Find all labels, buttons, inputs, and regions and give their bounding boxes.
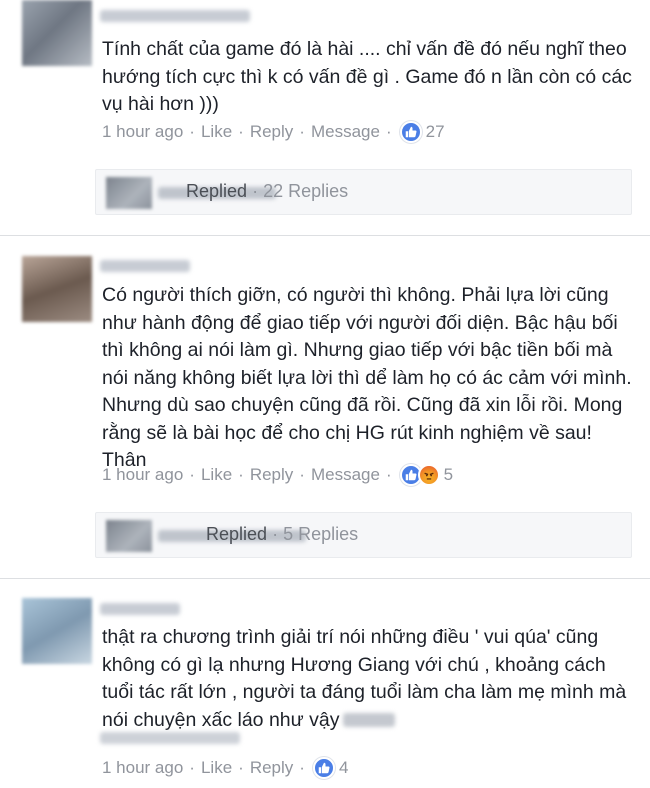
like-link[interactable]: Like bbox=[201, 465, 232, 485]
replies-count: 22 Replies bbox=[263, 181, 349, 201]
author-name-redacted[interactable] bbox=[100, 10, 250, 22]
comment-actions: 1 hour ago · Like · Reply · Message · 27 bbox=[102, 121, 445, 143]
separator: · bbox=[189, 465, 195, 484]
separator: · bbox=[189, 122, 195, 141]
reply-link[interactable]: Reply bbox=[250, 465, 293, 485]
replies-bar[interactable]: Replied · 5 Replies bbox=[95, 512, 632, 558]
comment-text: Tính chất của game đó là hài .... chỉ vấ… bbox=[102, 38, 632, 115]
avatar bbox=[106, 520, 152, 552]
message-link[interactable]: Message bbox=[311, 122, 380, 142]
thumbs-up-icon[interactable] bbox=[312, 757, 335, 779]
avatar[interactable] bbox=[22, 598, 92, 664]
replies-link[interactable]: Replied · 22 Replies bbox=[186, 181, 348, 202]
timestamp-link[interactable]: 1 hour ago bbox=[102, 758, 183, 778]
like-link[interactable]: Like bbox=[201, 122, 232, 142]
timestamp-link[interactable]: 1 hour ago bbox=[102, 465, 183, 485]
angry-face-icon[interactable] bbox=[417, 464, 440, 486]
comment-text: Có người thích giỡn, có người thì không.… bbox=[102, 284, 632, 471]
separator: · bbox=[385, 465, 392, 484]
comment-text: thật ra chương trình giải trí nói những … bbox=[102, 624, 632, 734]
timestamp-link[interactable]: 1 hour ago bbox=[102, 122, 183, 142]
avatar bbox=[106, 177, 152, 209]
avatar[interactable] bbox=[22, 0, 92, 66]
reaction-count[interactable]: 5 bbox=[444, 465, 453, 485]
message-link[interactable]: Message bbox=[311, 465, 380, 485]
author-name-redacted[interactable] bbox=[100, 260, 190, 272]
replied-label: Replied bbox=[186, 181, 248, 201]
divider bbox=[0, 578, 650, 579]
comment-actions: 1 hour ago · Like · Reply · 4 bbox=[102, 757, 348, 779]
separator: · bbox=[299, 465, 305, 484]
like-link[interactable]: Like bbox=[201, 758, 232, 778]
separator: · bbox=[238, 758, 244, 777]
thumbs-up-icon[interactable] bbox=[399, 121, 422, 143]
separator: · bbox=[238, 122, 244, 141]
avatar[interactable] bbox=[22, 256, 92, 322]
reaction-count[interactable]: 27 bbox=[426, 122, 445, 142]
text-redacted bbox=[100, 732, 240, 744]
replies-bar[interactable]: Replied · 22 Replies bbox=[95, 169, 632, 215]
separator: · bbox=[189, 758, 195, 777]
text-redacted bbox=[343, 713, 396, 728]
reply-link[interactable]: Reply bbox=[250, 122, 293, 142]
replied-label: Replied bbox=[206, 524, 268, 544]
replies-link[interactable]: Replied · 5 Replies bbox=[206, 524, 358, 545]
separator: · bbox=[299, 122, 305, 141]
reaction-count[interactable]: 4 bbox=[339, 758, 348, 778]
replies-count: 5 Replies bbox=[283, 524, 359, 544]
reply-link[interactable]: Reply bbox=[250, 758, 293, 778]
comment-actions: 1 hour ago · Like · Reply · Message · 5 bbox=[102, 464, 453, 486]
separator: · bbox=[238, 465, 244, 484]
separator: · bbox=[252, 181, 259, 201]
separator: · bbox=[299, 758, 305, 777]
author-name-redacted[interactable] bbox=[100, 603, 180, 615]
divider bbox=[0, 235, 650, 236]
separator: · bbox=[272, 524, 279, 544]
separator: · bbox=[385, 122, 392, 141]
